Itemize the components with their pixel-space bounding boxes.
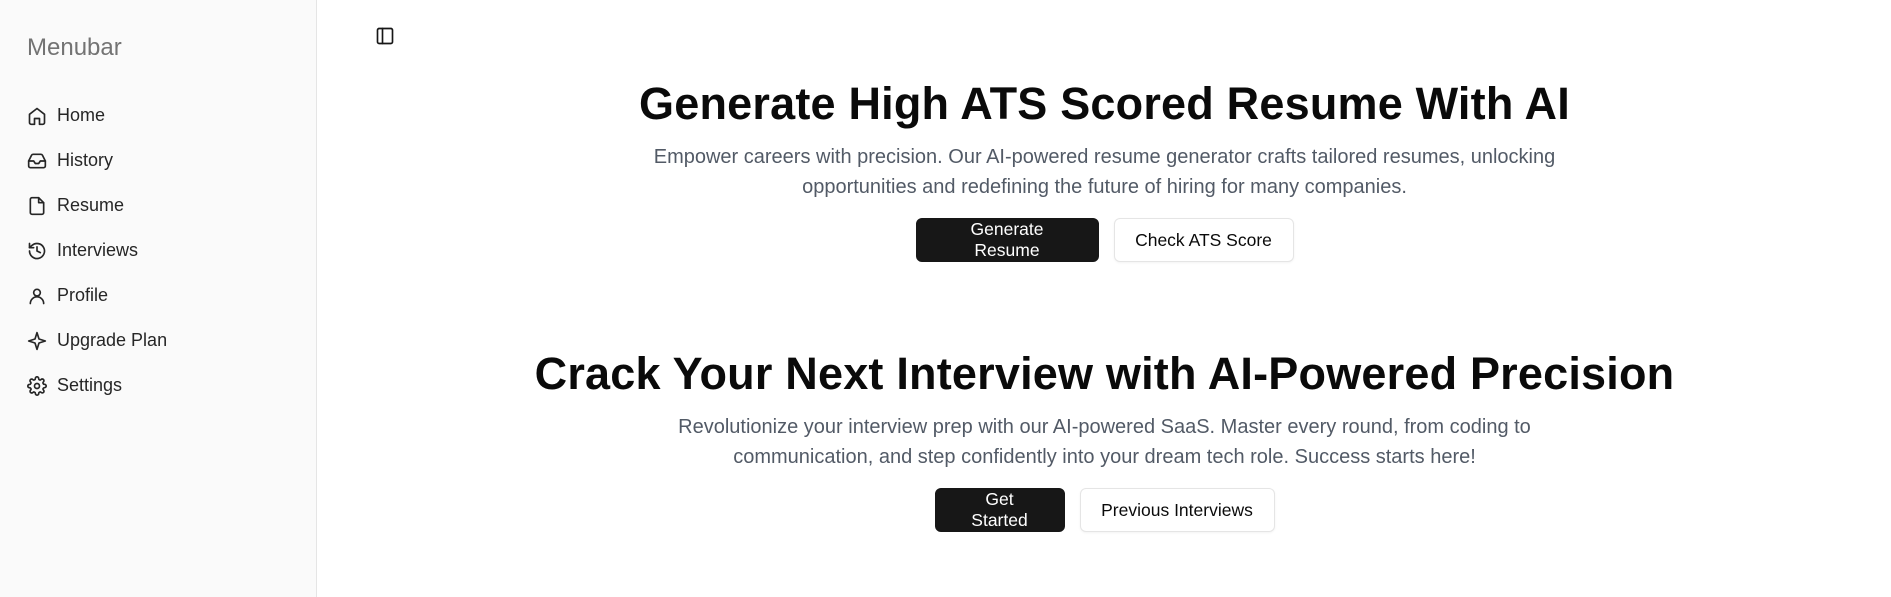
- sidebar-item-upgrade-plan[interactable]: Upgrade Plan: [27, 318, 297, 363]
- sparkle-icon: [27, 331, 47, 351]
- generate-resume-button[interactable]: Generate Resume: [915, 218, 1099, 262]
- sidebar-item-resume[interactable]: Resume: [27, 183, 297, 228]
- sidebar-title: Menubar: [27, 34, 122, 61]
- sidebar-item-label: History: [57, 150, 114, 170]
- interview-section-actions: Get Started Previous Interviews: [318, 488, 1891, 532]
- file-icon: [27, 196, 47, 216]
- previous-interviews-button[interactable]: Previous Interviews: [1079, 488, 1275, 532]
- sidebar-item-home[interactable]: Home: [27, 93, 297, 138]
- gear-icon: [27, 375, 47, 396]
- sidebar-item-profile[interactable]: Profile: [27, 273, 297, 318]
- sidebar-nav: Home History Resume Interviews Profile U…: [27, 93, 297, 408]
- sidebar-item-settings[interactable]: Settings: [27, 363, 297, 408]
- main-content: Generate High ATS Scored Resume With AI …: [318, 0, 1891, 597]
- sidebar-item-label: Resume: [57, 195, 125, 215]
- sidebar-item-history[interactable]: History: [27, 138, 297, 183]
- resume-section-actions: Generate Resume Check ATS Score: [318, 218, 1891, 262]
- interview-section: Crack Your Next Interview with AI-Powere…: [318, 348, 1891, 532]
- inbox-icon: [27, 151, 47, 171]
- interview-section-title: Crack Your Next Interview with AI-Powere…: [534, 348, 1675, 399]
- sidebar-item-label: Interviews: [57, 240, 139, 260]
- sidebar-item-interviews[interactable]: Interviews: [27, 228, 297, 273]
- resume-section-title: Generate High ATS Scored Resume With AI: [639, 78, 1570, 129]
- sidebar-item-label: Upgrade Plan: [57, 330, 168, 350]
- sidebar-toggle-button[interactable]: [374, 25, 396, 47]
- home-icon: [27, 106, 47, 126]
- resume-section: Generate High ATS Scored Resume With AI …: [318, 78, 1891, 262]
- sidebar-toggle-icon: [375, 26, 395, 46]
- sidebar-item-label: Profile: [57, 285, 109, 305]
- check-ats-score-button[interactable]: Check ATS Score: [1113, 218, 1294, 262]
- history-icon: [27, 241, 47, 261]
- get-started-button[interactable]: Get Started: [934, 488, 1065, 532]
- sidebar: Menubar Home History Resume Interviews P…: [0, 0, 317, 597]
- sidebar-item-label: Home: [57, 105, 106, 125]
- resume-section-description: Empower careers with precision. Our AI-p…: [653, 146, 1556, 198]
- interview-section-description: Revolutionize your interview prep with o…: [678, 416, 1531, 468]
- user-icon: [27, 286, 47, 306]
- sidebar-item-label: Settings: [57, 375, 123, 395]
